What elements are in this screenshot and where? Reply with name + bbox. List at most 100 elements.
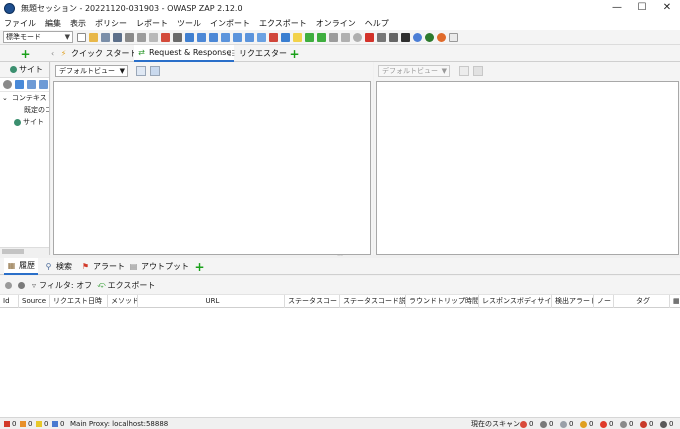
response-viewer[interactable]: [376, 81, 679, 255]
sites-horizontal-scrollbar[interactable]: [0, 247, 49, 255]
history-table-body[interactable]: [0, 308, 680, 417]
mode-select-value: 標準モード: [6, 33, 41, 41]
request-view-select[interactable]: デフォルトビュー ▼: [55, 65, 128, 77]
tree-default-context[interactable]: 既定のコンテキスト: [0, 104, 49, 116]
maximize-button[interactable]: ☐: [630, 0, 654, 16]
break-all-icon[interactable]: [305, 32, 314, 42]
tab-search[interactable]: ⚲ 検索: [41, 258, 75, 275]
break-request-icon[interactable]: [317, 32, 326, 42]
col-method[interactable]: メソッド: [108, 295, 138, 308]
tab-quick-start[interactable]: ⚡ クイック スタート: [56, 45, 141, 62]
scope-icon[interactable]: [269, 32, 278, 42]
layout-tabs-icon[interactable]: [221, 32, 230, 42]
tab-output[interactable]: ▤ アウトプット: [126, 258, 192, 275]
request-view-value: デフォルトビュー: [59, 67, 115, 75]
notes-icon[interactable]: [449, 32, 458, 42]
spider-icon: [520, 420, 527, 428]
tab-requester[interactable]: ☷ リクエスター: [224, 45, 290, 62]
add-site-button[interactable]: +: [18, 45, 36, 62]
layout-vertical-icon[interactable]: [209, 32, 218, 42]
col-round-trip[interactable]: ラウンドトリップ時間: [406, 295, 479, 308]
tab-sites[interactable]: サイト: [0, 62, 49, 78]
close-button[interactable]: ✕: [655, 0, 679, 16]
layout-stacked-icon[interactable]: [150, 66, 160, 76]
tab-alerts[interactable]: ⚑ アラート: [78, 258, 128, 275]
proxy-icon[interactable]: [281, 32, 290, 42]
layout-window-icon[interactable]: [257, 32, 266, 42]
script-console-icon[interactable]: [401, 32, 410, 42]
col-source[interactable]: Source: [19, 295, 50, 308]
menu-help[interactable]: ヘルプ: [365, 18, 389, 29]
col-id[interactable]: Id: [0, 295, 19, 308]
tab-request-response-label: Request & Response: [149, 48, 232, 57]
add-info-tab-button[interactable]: +: [192, 258, 210, 275]
snapshot-session-icon[interactable]: [113, 32, 122, 42]
menu-online[interactable]: オンライン: [316, 18, 356, 29]
tab-request-response[interactable]: ⇄ Request & Response: [134, 45, 235, 62]
tab-output-label: アウトプット: [141, 262, 189, 271]
menu-file[interactable]: ファイル: [4, 18, 36, 29]
continue-icon[interactable]: [341, 32, 350, 42]
help-icon[interactable]: [413, 32, 422, 42]
show-in-scope-icon[interactable]: [3, 80, 12, 89]
layout-horizontal-icon[interactable]: [197, 32, 206, 42]
col-note[interactable]: ノート: [594, 295, 614, 308]
layout-full-icon[interactable]: [185, 32, 194, 42]
hud-icon[interactable]: [425, 32, 434, 42]
export-context-icon[interactable]: [39, 80, 48, 89]
menu-edit[interactable]: 編集: [45, 18, 61, 29]
firefox-icon[interactable]: [437, 32, 446, 42]
menu-policy[interactable]: ポリシー: [95, 18, 127, 29]
col-request-time[interactable]: リクエスト日時: [50, 295, 108, 308]
col-status-reason[interactable]: ステータスコード説明: [340, 295, 406, 308]
layout-split-icon[interactable]: [233, 32, 242, 42]
export-icon[interactable]: [149, 32, 158, 42]
menu-report[interactable]: レポート: [136, 18, 168, 29]
add-tab-button[interactable]: +: [287, 45, 305, 62]
layout-side-icon[interactable]: [245, 32, 254, 42]
link-with-sites-icon[interactable]: [18, 281, 25, 289]
stop-icon[interactable]: [353, 32, 362, 42]
persist-session-icon[interactable]: [101, 32, 110, 42]
step-icon[interactable]: [329, 32, 338, 42]
drop-icon[interactable]: [365, 32, 374, 42]
mode-select[interactable]: 標準モード ▼: [3, 31, 73, 43]
menu-tools[interactable]: ツール: [177, 18, 201, 29]
session-properties-icon[interactable]: [125, 32, 134, 42]
response-layout-b-icon[interactable]: [473, 66, 483, 76]
filter-button[interactable]: フィルタ: オフ: [39, 280, 92, 291]
import-context-icon[interactable]: [27, 80, 36, 89]
scrollbar-thumb[interactable]: [2, 249, 24, 254]
delete-icon[interactable]: [161, 32, 170, 42]
open-session-icon[interactable]: [89, 32, 98, 42]
menu-import[interactable]: インポート: [210, 18, 250, 29]
globe-icon: [14, 118, 21, 126]
lightbulb-icon[interactable]: [293, 32, 302, 42]
menu-view[interactable]: 表示: [70, 18, 86, 29]
show-in-scope-icon[interactable]: [5, 281, 12, 289]
col-status-code[interactable]: ステータスコード: [285, 295, 340, 308]
request-editor[interactable]: [53, 81, 371, 255]
tree-contexts[interactable]: ⌄ コンテキスト: [0, 92, 49, 104]
column-chooser-icon[interactable]: ▦: [670, 295, 680, 308]
options-gear-icon[interactable]: [137, 32, 146, 42]
scan-count-ajax: 0: [540, 418, 553, 429]
minimize-button[interactable]: —: [605, 0, 629, 16]
fuzz-icon[interactable]: [389, 32, 398, 42]
tree-sites[interactable]: サイト: [0, 116, 49, 128]
response-layout-a-icon[interactable]: [459, 66, 469, 76]
layout-side-by-side-icon[interactable]: [136, 66, 146, 76]
scan-count-forced: 0: [600, 418, 613, 429]
col-highest-alert[interactable]: 検出アラート: [552, 295, 594, 308]
col-response-size[interactable]: レスポンスボディサイズ: [479, 295, 552, 308]
export-button[interactable]: エクスポート: [108, 280, 156, 291]
response-view-select[interactable]: デフォルトビュー ▼: [378, 65, 450, 77]
terminal-icon[interactable]: [173, 32, 182, 42]
new-session-icon[interactable]: [77, 32, 86, 42]
new-context-icon[interactable]: [15, 80, 24, 89]
tab-history[interactable]: ▦ 履歴: [4, 258, 38, 275]
col-url[interactable]: URL: [138, 295, 285, 308]
col-tags[interactable]: タグ: [614, 295, 670, 308]
menu-export[interactable]: エクスポート: [259, 18, 307, 29]
breakpoint-icon[interactable]: [377, 32, 386, 42]
